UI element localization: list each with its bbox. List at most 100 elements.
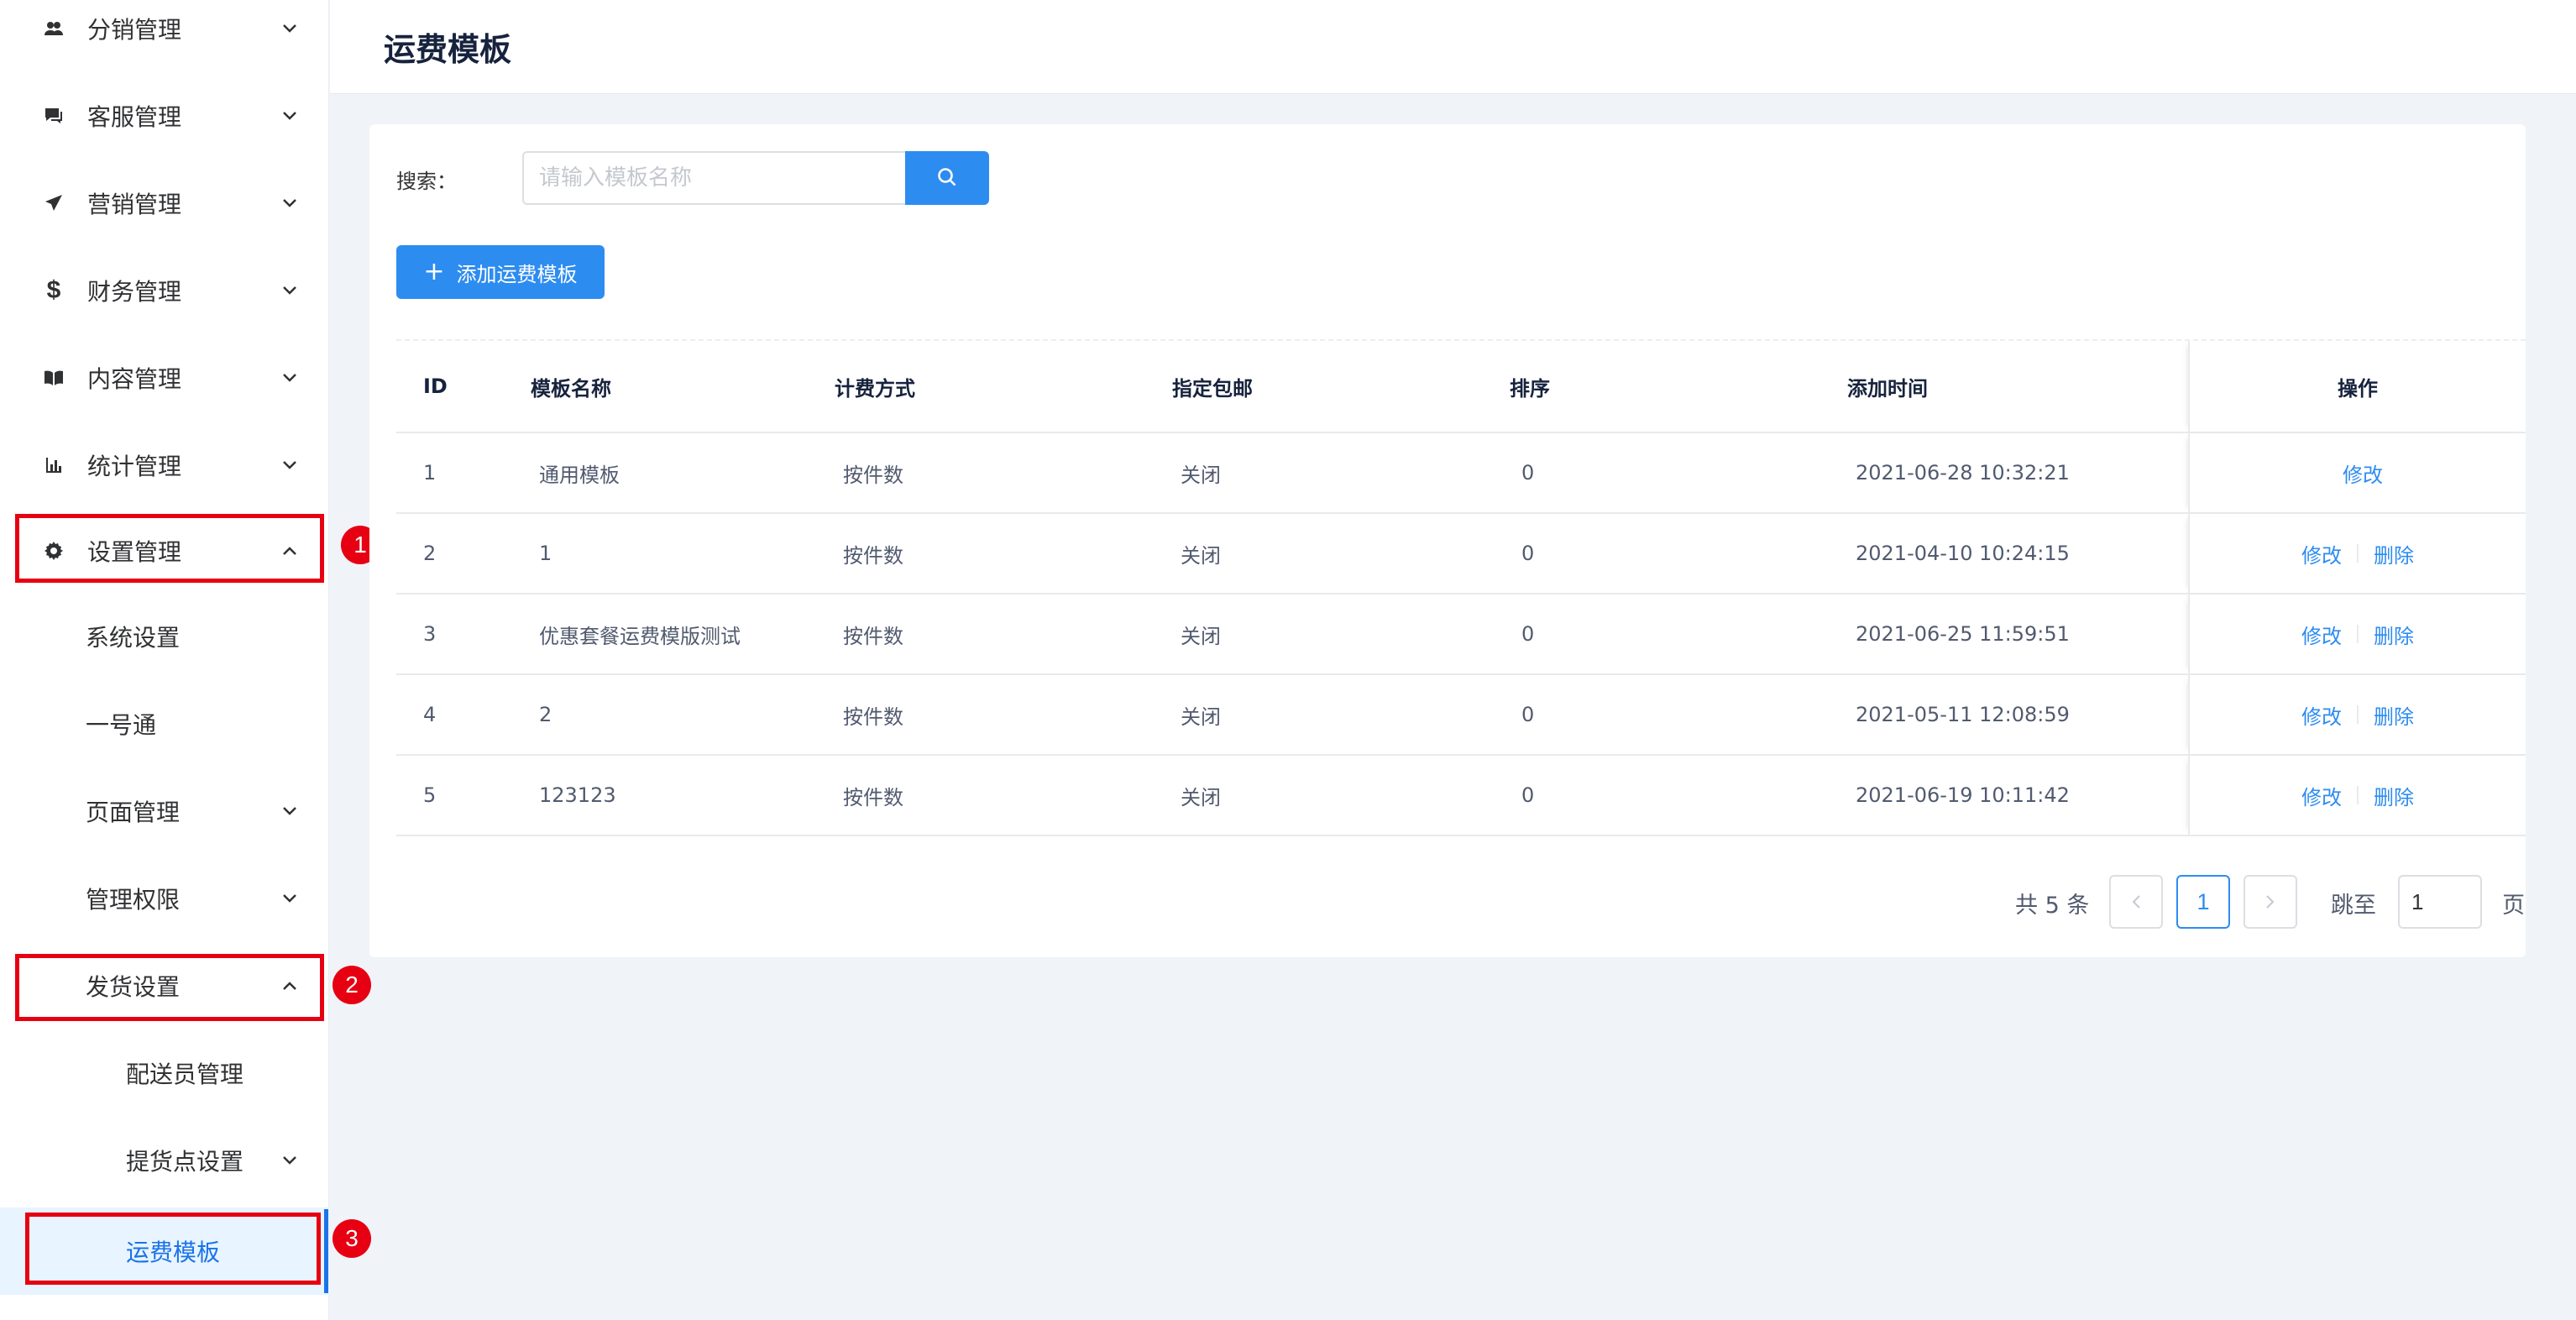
jump-page-input[interactable] [2398, 875, 2482, 929]
sidebar-item-content[interactable]: 内容管理 [0, 334, 329, 422]
edit-link[interactable]: 修改 [2301, 620, 2342, 649]
chevron-up-icon [280, 542, 299, 560]
cell-sort: 0 [1521, 542, 1535, 565]
content-card: 搜索： + 添加运费模板 ID 模板名称 计费方式 指定包邮 排序 添加时间 操… [369, 124, 2526, 957]
action-divider [2357, 786, 2359, 804]
table-row: 3 优惠套餐运费模版测试 按件数 关闭 0 2021-06-25 11:59:5… [396, 595, 2526, 675]
cell-id: 5 [423, 783, 437, 807]
cell-fee-mode: 按件数 [843, 624, 903, 648]
action-divider [2357, 625, 2359, 643]
chevron-down-icon [280, 456, 299, 474]
sidebar-item-label: 营销管理 [87, 191, 182, 218]
add-freight-template-button[interactable]: + 添加运费模板 [396, 245, 605, 299]
send-icon [40, 190, 67, 217]
sidebar-item-yihaotong[interactable]: 一号通 [0, 680, 329, 767]
sidebar-item-marketing[interactable]: 营销管理 [0, 160, 329, 247]
cell-name: 优惠套餐运费模版测试 [539, 624, 741, 648]
sidebar-item-system-settings[interactable]: 系统设置 [0, 593, 329, 680]
cell-id: 2 [423, 542, 437, 565]
chevron-down-icon [280, 1151, 299, 1170]
chevron-down-icon [280, 802, 299, 820]
plus-icon: + [423, 257, 445, 286]
delete-link[interactable]: 删除 [2374, 620, 2414, 649]
page-number-current[interactable]: 1 [2176, 875, 2230, 929]
delete-link[interactable]: 删除 [2374, 700, 2414, 730]
cell-actions: 修改 删除 [2188, 595, 2526, 673]
search-button[interactable] [905, 151, 989, 205]
sidebar-item-courier-management[interactable]: 配送员管理 [0, 1029, 329, 1117]
page-unit-label: 页 [2502, 893, 2525, 919]
sidebar-item-freight-template[interactable]: 运费模板 [0, 1207, 329, 1295]
chevron-down-icon [280, 889, 299, 908]
search-input[interactable] [522, 151, 907, 205]
sidebar-item-label: 分销管理 [87, 16, 182, 44]
cell-free-shipping: 关闭 [1181, 463, 1221, 487]
sidebar-item-settings[interactable]: 设置管理 [0, 507, 329, 595]
prev-page-button[interactable] [2109, 875, 2163, 929]
cell-time: 2021-05-11 12:08:59 [1856, 703, 2070, 726]
cell-actions: 修改 删除 [2188, 756, 2526, 835]
sidebar-item-label: 统计管理 [87, 453, 182, 480]
cell-time: 2021-06-28 10:32:21 [1856, 461, 2070, 485]
users-icon [40, 15, 67, 42]
sidebar-item-finance[interactable]: $ 财务管理 [0, 247, 329, 334]
cell-sort: 0 [1521, 461, 1535, 485]
cell-sort: 0 [1521, 783, 1535, 807]
cell-actions: 修改 删除 [2188, 514, 2526, 593]
chevron-down-icon [280, 194, 299, 212]
sidebar-item-shipping-settings[interactable]: 发货设置 [0, 942, 329, 1029]
annotation-badge-2: 2 [332, 966, 371, 1004]
cell-name: 2 [539, 703, 552, 726]
dollar-icon: $ [46, 276, 61, 304]
cell-actions: 修改 删除 [2188, 675, 2526, 754]
table-row: 1 通用模板 按件数 关闭 0 2021-06-28 10:32:21 修改 [396, 433, 2526, 514]
chevron-down-icon [280, 369, 299, 387]
page-header: 运费模板 [330, 0, 2576, 94]
column-header-time: 添加时间 [1847, 376, 1928, 401]
pagination: 共 5 条 1 跳至 页 [369, 875, 2526, 929]
sidebar-item-distribution[interactable]: 分销管理 [0, 0, 329, 72]
column-header-free-shipping: 指定包邮 [1172, 376, 1253, 401]
delete-link[interactable]: 删除 [2374, 539, 2414, 568]
add-button-label: 添加运费模板 [456, 262, 578, 286]
cell-free-shipping: 关闭 [1181, 624, 1221, 648]
chat-icon [40, 102, 67, 129]
chevron-right-icon [2265, 889, 2275, 915]
table-row: 4 2 按件数 关闭 0 2021-05-11 12:08:59 修改 删除 [396, 675, 2526, 756]
column-header-fee-mode: 计费方式 [835, 376, 915, 401]
sidebar-item-label: 发货设置 [86, 973, 181, 1001]
cell-free-shipping: 关闭 [1181, 785, 1221, 809]
edit-link[interactable]: 修改 [2343, 458, 2383, 488]
cell-name: 通用模板 [539, 463, 620, 487]
column-header-sort: 排序 [1510, 376, 1550, 401]
sidebar-item-label: 一号通 [86, 711, 157, 739]
table-row: 2 1 按件数 关闭 0 2021-04-10 10:24:15 修改 删除 [396, 514, 2526, 595]
delete-link[interactable]: 删除 [2374, 781, 2414, 810]
cell-fee-mode: 按件数 [843, 785, 903, 809]
sidebar: 分销管理 客服管理 营销管理 $ 财务管理 内容管理 统计管理 设置管理 系统设… [0, 0, 329, 1320]
edit-link[interactable]: 修改 [2301, 700, 2342, 730]
cell-id: 4 [423, 703, 437, 726]
edit-link[interactable]: 修改 [2301, 539, 2342, 568]
bar-chart-icon [40, 452, 67, 479]
cell-id: 3 [423, 622, 437, 646]
sidebar-item-page-management[interactable]: 页面管理 [0, 767, 329, 855]
sidebar-item-label: 配送员管理 [126, 1061, 244, 1088]
cell-fee-mode: 按件数 [843, 705, 903, 729]
sidebar-item-permissions[interactable]: 管理权限 [0, 855, 329, 942]
sidebar-item-statistics[interactable]: 统计管理 [0, 422, 329, 509]
sidebar-item-pickup-points[interactable]: 提货点设置 [0, 1117, 329, 1204]
action-divider [2357, 544, 2359, 563]
page-title: 运费模板 [384, 31, 512, 68]
chevron-down-icon [280, 107, 299, 125]
cell-time: 2021-06-19 10:11:42 [1856, 783, 2070, 807]
sidebar-item-label: 页面管理 [86, 799, 181, 826]
sidebar-item-label: 提货点设置 [126, 1148, 244, 1176]
sidebar-item-label: 设置管理 [87, 538, 182, 566]
sidebar-item-customer-service[interactable]: 客服管理 [0, 72, 329, 160]
edit-link[interactable]: 修改 [2301, 781, 2342, 810]
cell-fee-mode: 按件数 [843, 463, 903, 487]
next-page-button[interactable] [2244, 875, 2297, 929]
cell-time: 2021-06-25 11:59:51 [1856, 622, 2070, 646]
search-label: 搜索： [396, 170, 457, 193]
